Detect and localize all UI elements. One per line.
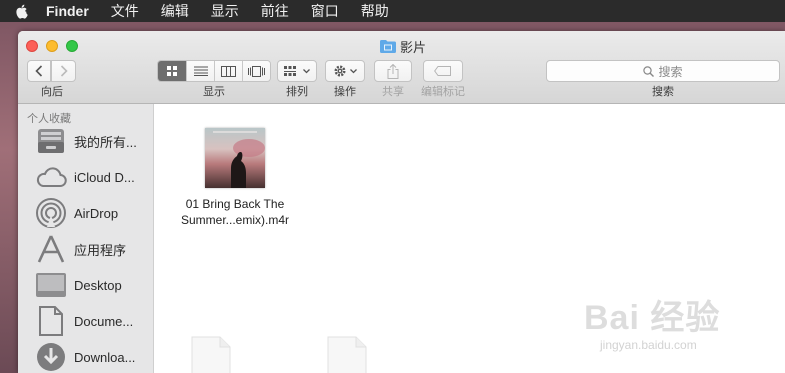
- search-field[interactable]: 搜索: [546, 60, 780, 82]
- menu-finder[interactable]: Finder: [46, 0, 89, 22]
- share-button[interactable]: [374, 60, 412, 82]
- search-placeholder: 搜索: [658, 64, 683, 79]
- view-mode-control: [157, 60, 271, 82]
- folder-icon: [380, 39, 396, 53]
- sidebar-item-downloads[interactable]: Downloa...: [18, 339, 153, 373]
- menu-bar: Finder 文件 编辑 显示 前往 窗口 帮助: [0, 0, 785, 22]
- icon-view-button[interactable]: [158, 61, 187, 81]
- sidebar-item-airdrop[interactable]: AirDrop: [18, 195, 153, 231]
- file-name-line-2: Summer...emix).m4r: [180, 213, 289, 227]
- sidebar-item-label: Downloa...: [74, 349, 136, 365]
- action-label: 操作: [334, 86, 356, 98]
- menu-edit[interactable]: 编辑: [161, 0, 189, 22]
- sidebar-item-label: 应用程序: [74, 242, 127, 258]
- gear-icon: [334, 65, 346, 77]
- list-view-button[interactable]: [187, 61, 215, 81]
- search-icon: [643, 65, 655, 77]
- menu-view[interactable]: 显示: [211, 0, 239, 22]
- desktop-icon: [34, 268, 68, 302]
- sidebar-item-icloud-drive[interactable]: iCloud D...: [18, 159, 153, 195]
- sidebar-item-label: Desktop: [74, 277, 122, 293]
- chevron-left-icon: [35, 65, 43, 77]
- forward-button[interactable]: [51, 60, 76, 82]
- list-icon: [193, 66, 208, 76]
- menu-help[interactable]: 帮助: [361, 0, 389, 22]
- downloads-icon: [34, 340, 68, 373]
- audio-file-thumbnail: [205, 128, 265, 188]
- sidebar-item-label: AirDrop: [74, 205, 119, 221]
- share-icon: [387, 63, 399, 79]
- airdrop-icon: [34, 196, 68, 230]
- columns-icon: [221, 65, 236, 77]
- action-button[interactable]: [325, 60, 365, 82]
- menu-file[interactable]: 文件: [111, 0, 139, 22]
- sidebar-item-label: iCloud D...: [74, 169, 135, 185]
- back-forward-label: 向后: [41, 86, 63, 98]
- icon-grid-icon: [167, 66, 177, 76]
- document-icon[interactable]: [188, 336, 232, 373]
- sidebar-item-desktop[interactable]: Desktop: [18, 267, 153, 303]
- baidu-watermark-url: jingyan.baidu.com: [600, 338, 697, 352]
- sidebar: 个人收藏 我的所有... iCloud D... AirDrop 应用程序 De…: [18, 104, 154, 373]
- arrange-button[interactable]: [277, 60, 317, 82]
- minimize-button[interactable]: [46, 40, 58, 52]
- apple-icon[interactable]: [14, 3, 30, 19]
- back-button[interactable]: [27, 60, 51, 82]
- applications-icon: [34, 232, 68, 266]
- sidebar-item-documents[interactable]: Docume...: [18, 303, 153, 339]
- file-name-line-1: 01 Bring Back The: [185, 197, 285, 211]
- sidebar-item-all-my-files[interactable]: 我的所有...: [18, 123, 153, 159]
- all-files-icon: [34, 124, 68, 158]
- close-button[interactable]: [26, 40, 38, 52]
- file-name: 01 Bring Back The Summer...emix).m4r: [160, 196, 310, 228]
- title-bar: 影片 向后 显示 排列 操作 共享 编辑标记 搜索 搜索: [18, 31, 785, 104]
- sidebar-item-label: 我的所有...: [74, 134, 137, 150]
- sidebar-item-applications[interactable]: 应用程序: [18, 231, 153, 267]
- maximize-button[interactable]: [66, 40, 78, 52]
- arrange-grid-icon: [284, 66, 296, 76]
- chevron-down-icon: [350, 68, 357, 73]
- edit-tags-label: 编辑标记: [421, 86, 465, 98]
- chevron-right-icon: [60, 65, 68, 77]
- document-icon[interactable]: [324, 336, 368, 373]
- edit-tags-button[interactable]: [423, 60, 463, 82]
- documents-icon: [34, 304, 68, 338]
- icloud-icon: [34, 160, 68, 194]
- arrange-label: 排列: [286, 86, 308, 98]
- baidu-watermark: Bai 经验: [584, 299, 721, 337]
- share-label: 共享: [382, 86, 404, 98]
- menu-window[interactable]: 窗口: [311, 0, 339, 22]
- cover-flow-button[interactable]: [243, 61, 270, 81]
- view-label: 显示: [203, 86, 225, 98]
- cover-flow-icon: [248, 65, 265, 77]
- window-title: 影片: [380, 37, 426, 55]
- column-view-button[interactable]: [215, 61, 243, 81]
- search-label: 搜索: [652, 86, 674, 98]
- sidebar-item-label: Docume...: [74, 313, 134, 329]
- tag-icon: [434, 66, 451, 76]
- window-title-text: 影片: [400, 39, 427, 55]
- chevron-down-icon: [303, 68, 310, 73]
- menu-go[interactable]: 前往: [261, 0, 289, 22]
